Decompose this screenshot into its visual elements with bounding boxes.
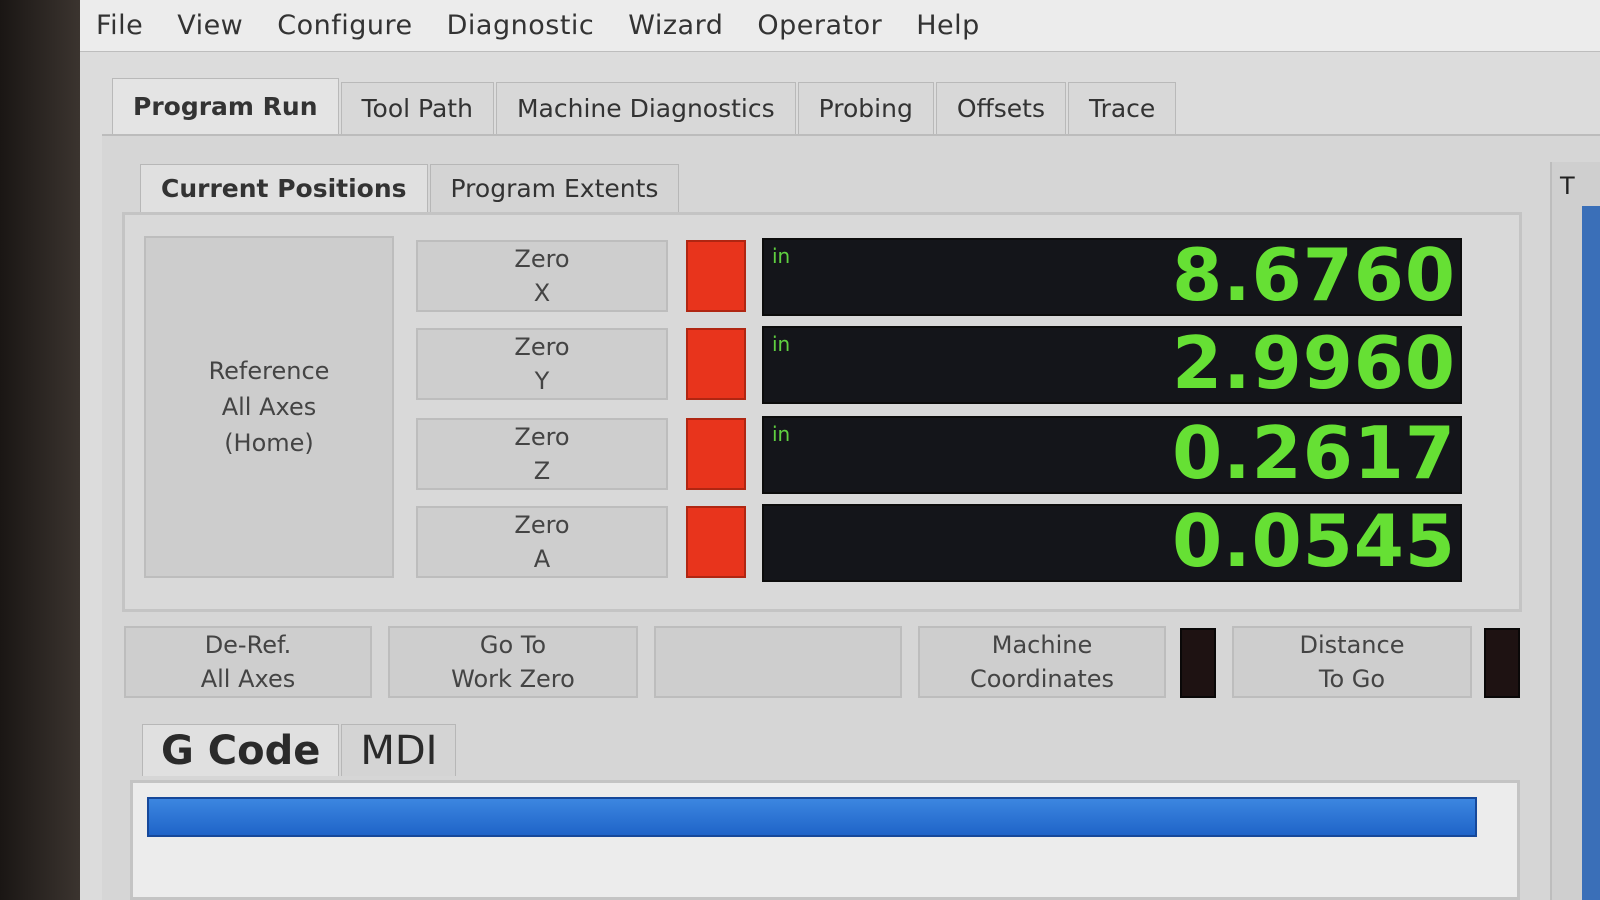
zero-a-axis: A — [533, 545, 551, 573]
deref-label-2: All Axes — [200, 665, 296, 693]
zero-z-label: Zero — [514, 423, 570, 451]
tab-g-code[interactable]: G Code — [142, 724, 340, 776]
right-side-panel: T — [1550, 162, 1600, 900]
x-position-display: in 8.6760 — [762, 233, 1462, 317]
z-value: 0.2617 — [1172, 411, 1456, 495]
menu-operator[interactable]: Operator — [757, 10, 882, 41]
gcode-tab-bar: G Code MDI — [142, 724, 458, 776]
tab-offsets[interactable]: Offsets — [935, 82, 1066, 134]
zero-x-button[interactable]: Zero X — [416, 240, 668, 312]
distance-to-go-button[interactable]: Distance To Go — [1232, 626, 1472, 698]
distance-label-1: Distance — [1299, 631, 1405, 659]
goto-label-1: Go To — [479, 631, 547, 659]
distance-label-2: To Go — [1318, 665, 1386, 693]
zero-z-button[interactable]: Zero Z — [416, 418, 668, 490]
reference-all-axes-button[interactable]: Reference All Axes (Home) — [144, 236, 394, 578]
y-value: 2.9960 — [1172, 321, 1456, 405]
tab-trace[interactable]: Trace — [1067, 82, 1177, 134]
tab-probing[interactable]: Probing — [797, 82, 934, 134]
machine-label-2: Coordinates — [969, 665, 1115, 693]
main-tab-bar: Program Run Tool Path Machine Diagnostic… — [112, 78, 1178, 134]
z-position-display: in 0.2617 — [762, 411, 1462, 495]
x-reference-led — [686, 240, 746, 312]
a-position-display: 0.0545 — [762, 499, 1462, 583]
position-tab-bar: Current Positions Program Extents — [140, 164, 681, 212]
menu-file[interactable]: File — [96, 10, 143, 41]
zero-z-axis: Z — [533, 457, 551, 485]
menu-diagnostic[interactable]: Diagnostic — [447, 10, 595, 41]
menu-bar: File View Configure Diagnostic Wizard Op… — [80, 0, 1600, 52]
z-reference-led — [686, 418, 746, 490]
menu-wizard[interactable]: Wizard — [628, 10, 723, 41]
tab-program-extents[interactable]: Program Extents — [429, 164, 680, 212]
a-reference-led — [686, 506, 746, 578]
go-to-work-zero-button[interactable]: Go To Work Zero — [388, 626, 638, 698]
deref-all-axes-button[interactable]: De-Ref. All Axes — [124, 626, 372, 698]
menu-view[interactable]: View — [177, 10, 243, 41]
zero-x-axis: X — [533, 279, 551, 307]
zero-x-label: Zero — [514, 245, 570, 273]
right-panel-highlight — [1582, 206, 1600, 900]
zero-y-button[interactable]: Zero Y — [416, 328, 668, 400]
z-unit: in — [772, 422, 791, 446]
menu-help[interactable]: Help — [916, 10, 980, 41]
gcode-current-line-highlight[interactable] — [147, 797, 1477, 837]
deref-label-1: De-Ref. — [204, 631, 292, 659]
reference-label-1: Reference — [208, 357, 330, 385]
tab-machine-diagnostics[interactable]: Machine Diagnostics — [495, 82, 796, 134]
machine-label-1: Machine — [991, 631, 1093, 659]
monitor-bezel — [0, 0, 80, 900]
machine-coordinates-button[interactable]: Machine Coordinates — [918, 626, 1166, 698]
right-panel-label: T — [1560, 172, 1575, 200]
tab-mdi[interactable]: MDI — [341, 724, 457, 776]
x-unit: in — [772, 244, 791, 268]
zero-y-label: Zero — [514, 333, 570, 361]
tab-program-run[interactable]: Program Run — [112, 78, 339, 134]
tab-current-positions[interactable]: Current Positions — [140, 164, 428, 212]
machine-coordinates-led — [1180, 628, 1216, 698]
menu-configure[interactable]: Configure — [277, 10, 412, 41]
zero-a-button[interactable]: Zero A — [416, 506, 668, 578]
goto-label-2: Work Zero — [451, 665, 575, 693]
x-value: 8.6760 — [1172, 233, 1456, 317]
y-unit: in — [772, 332, 791, 356]
y-reference-led — [686, 328, 746, 400]
distance-to-go-led — [1484, 628, 1520, 698]
zero-y-axis: Y — [534, 367, 550, 395]
a-value: 0.0545 — [1172, 499, 1456, 583]
reference-label-2: All Axes — [221, 393, 317, 421]
app-window: File View Configure Diagnostic Wizard Op… — [80, 0, 1600, 900]
reference-label-3: (Home) — [224, 429, 314, 457]
tab-tool-path[interactable]: Tool Path — [340, 82, 494, 134]
blank-button[interactable] — [654, 626, 902, 698]
gcode-listing[interactable] — [130, 780, 1520, 900]
zero-a-label: Zero — [514, 511, 570, 539]
y-position-display: in 2.9960 — [762, 321, 1462, 405]
